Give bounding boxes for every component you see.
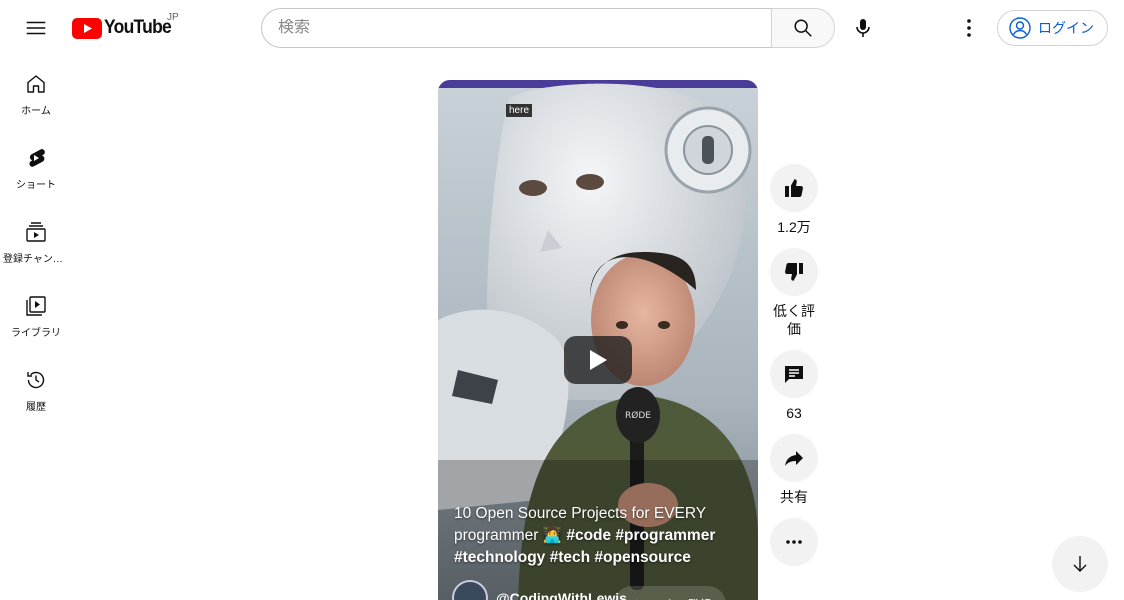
guide-item-subscriptions[interactable]: 登録チャンネル bbox=[0, 204, 72, 278]
play-icon bbox=[590, 350, 607, 370]
play-button[interactable] bbox=[564, 336, 632, 384]
comment-action: 63 bbox=[770, 350, 818, 422]
guide-item-shorts[interactable]: ショート bbox=[0, 130, 72, 204]
thumbs-up-icon bbox=[785, 179, 803, 197]
search-icon bbox=[794, 19, 812, 37]
share-button[interactable] bbox=[770, 434, 818, 482]
share-label: 共有 bbox=[780, 489, 808, 505]
masthead: YouTube JP ログイン bbox=[0, 0, 1124, 56]
more-horizontal-icon bbox=[786, 540, 802, 544]
guide-menu-button[interactable] bbox=[16, 8, 56, 48]
guide-item-home[interactable]: ホーム bbox=[0, 56, 72, 130]
youtube-logo[interactable]: YouTube bbox=[72, 16, 177, 40]
youtube-play-logo-icon bbox=[72, 17, 102, 39]
subscriptions-icon bbox=[26, 222, 46, 242]
dislike-button[interactable] bbox=[770, 248, 818, 296]
next-short-button[interactable] bbox=[1052, 536, 1108, 592]
mini-guide: ホーム ショート 登録チャンネル ライブラリ 履歴 bbox=[0, 56, 72, 426]
comment-button[interactable] bbox=[770, 350, 818, 398]
overlay-tag: here bbox=[506, 104, 533, 117]
voice-search-button[interactable] bbox=[843, 8, 883, 48]
comment-count: 63 bbox=[786, 405, 802, 421]
settings-more-button[interactable] bbox=[949, 8, 989, 48]
dislike-label: 低く評価 bbox=[773, 303, 815, 337]
login-label: ログイン bbox=[1038, 20, 1094, 36]
history-icon bbox=[27, 371, 45, 389]
like-count: 1.2万 bbox=[777, 219, 811, 235]
thumbs-down-icon bbox=[785, 263, 803, 281]
channel-avatar[interactable] bbox=[452, 580, 488, 600]
logo-wordmark: YouTube bbox=[104, 17, 172, 38]
account-circle-icon bbox=[1009, 17, 1031, 39]
guide-item-history[interactable]: 履歴 bbox=[0, 352, 72, 426]
search-button[interactable] bbox=[771, 8, 835, 48]
more-actions-button[interactable] bbox=[770, 518, 818, 566]
arrow-down-icon bbox=[1073, 556, 1087, 572]
microphone-icon bbox=[856, 19, 870, 37]
more-action bbox=[770, 518, 818, 566]
guide-item-label: ライブラリ bbox=[11, 328, 61, 339]
comment-icon bbox=[785, 366, 803, 383]
guide-item-library[interactable]: ライブラリ bbox=[0, 278, 72, 352]
hamburger-menu-icon bbox=[26, 21, 46, 35]
more-vertical-icon bbox=[967, 19, 971, 37]
short-actions: 1.2万 低く評価 63 共有 bbox=[770, 164, 818, 578]
search-box[interactable] bbox=[261, 8, 772, 48]
guide-item-label: 登録チャンネル bbox=[3, 254, 69, 265]
home-icon bbox=[27, 75, 45, 93]
like-action: 1.2万 bbox=[770, 164, 818, 236]
country-code: JP bbox=[167, 12, 179, 23]
like-button[interactable] bbox=[770, 164, 818, 212]
guide-item-label: 履歴 bbox=[26, 402, 46, 413]
guide-item-label: ホーム bbox=[21, 106, 51, 117]
channel-name[interactable]: @CodingWithLewis bbox=[496, 590, 627, 600]
dislike-action: 低く評価 bbox=[770, 248, 818, 338]
channel-info[interactable]: @CodingWithLewis bbox=[452, 580, 627, 600]
share-icon bbox=[785, 451, 803, 466]
short-video-player[interactable]: RØDE here 10 Open Source Projects for EV… bbox=[438, 80, 758, 600]
library-icon bbox=[26, 296, 46, 316]
share-action: 共有 bbox=[770, 434, 818, 506]
guide-item-label: ショート bbox=[16, 180, 56, 191]
svg-text:RØDE: RØDE bbox=[625, 410, 651, 421]
login-button[interactable]: ログイン bbox=[997, 10, 1108, 46]
search-input[interactable] bbox=[278, 19, 772, 37]
shorts-icon bbox=[29, 149, 45, 167]
subscribe-button[interactable]: チャンネル登録 bbox=[614, 586, 726, 600]
short-title[interactable]: 10 Open Source Projects for EVERY progra… bbox=[454, 503, 744, 569]
